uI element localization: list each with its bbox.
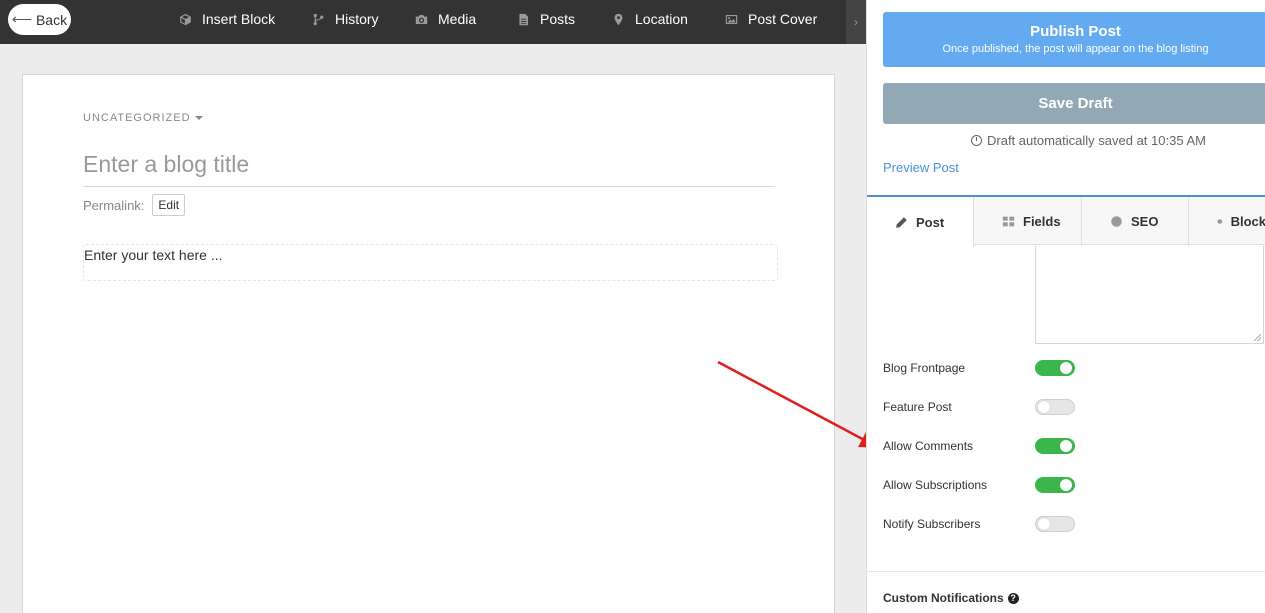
history-label: History xyxy=(335,11,379,27)
caret-down-icon xyxy=(194,116,203,120)
toggle-knob xyxy=(1060,479,1072,491)
category-dropdown[interactable]: UNCATEGORIZED xyxy=(83,112,203,124)
posts-button[interactable]: Posts xyxy=(516,0,575,38)
toolbar-scroll-right-button[interactable]: › xyxy=(846,0,866,44)
back-button-label: Back xyxy=(35,11,68,28)
allow-comments-toggle[interactable] xyxy=(1035,438,1075,454)
location-button[interactable]: Location xyxy=(611,0,688,38)
camera-icon xyxy=(414,12,428,26)
preview-post-link[interactable]: Preview Post xyxy=(883,160,959,175)
insert-block-label: Insert Block xyxy=(202,11,276,27)
post-cover-button[interactable]: Post Cover xyxy=(724,0,817,38)
setting-label: Allow Subscriptions xyxy=(883,478,988,492)
notify-subscribers-toggle[interactable] xyxy=(1035,516,1075,532)
setting-blog-frontpage: Blog Frontpage xyxy=(883,357,1263,379)
blog-frontpage-toggle[interactable] xyxy=(1035,360,1075,376)
setting-label: Allow Comments xyxy=(883,439,974,453)
post-cover-label: Post Cover xyxy=(748,11,818,27)
permalink-row: Permalink: Edit xyxy=(83,194,186,216)
tab-seo-label: SEO xyxy=(1131,214,1159,229)
setting-allow-comments: Allow Comments xyxy=(883,435,1263,457)
publish-post-button[interactable]: Publish Post Once published, the post wi… xyxy=(883,12,1265,67)
editor-canvas: UNCATEGORIZED Permalink: Edit Enter your… xyxy=(0,44,866,613)
setting-label: Blog Frontpage xyxy=(883,361,966,375)
save-draft-label: Save Draft xyxy=(1038,95,1113,112)
save-draft-button[interactable]: Save Draft xyxy=(883,83,1265,124)
setting-notify-subscribers: Notify Subscribers xyxy=(883,513,1263,535)
toggle-knob xyxy=(1060,362,1072,374)
resize-grip-icon[interactable] xyxy=(1254,334,1261,341)
tab-block[interactable]: Block xyxy=(1189,197,1265,246)
section-divider xyxy=(867,571,1265,572)
autosave-status-text: Draft automatically saved at 10:35 AM xyxy=(987,133,1206,148)
sidebar-tabs: Post Fields SEO Block xyxy=(867,195,1265,247)
arrow-left-icon: ⟵ xyxy=(11,11,32,27)
help-icon[interactable]: ? xyxy=(1007,592,1019,604)
permalink-label: Permalink: xyxy=(83,197,145,213)
media-label: Media xyxy=(438,11,477,27)
post-paper: UNCATEGORIZED Permalink: Edit Enter your… xyxy=(22,74,835,613)
publish-post-label: Publish Post xyxy=(1030,23,1121,40)
blog-title-input[interactable] xyxy=(83,143,775,187)
media-button[interactable]: Media xyxy=(414,0,476,38)
setting-allow-subscriptions: Allow Subscriptions xyxy=(883,474,1263,496)
setting-label: Notify Subscribers xyxy=(883,517,981,531)
history-button[interactable]: History xyxy=(311,0,379,38)
location-label: Location xyxy=(635,11,688,27)
image-icon xyxy=(724,12,738,26)
setting-label: Feature Post xyxy=(883,400,952,414)
tab-block-label: Block xyxy=(1230,214,1265,229)
globe-icon xyxy=(1111,216,1122,227)
publish-sidebar: Publish Post Once published, the post wi… xyxy=(866,0,1265,613)
category-label: UNCATEGORIZED xyxy=(83,112,191,124)
custom-notifications-heading: Custom Notifications ? xyxy=(883,591,1019,605)
tab-seo[interactable]: SEO xyxy=(1082,197,1189,246)
chevron-right-icon: › xyxy=(854,15,858,29)
grid-icon xyxy=(1002,216,1015,227)
content-placeholder: Enter your text here ... xyxy=(84,247,223,263)
cube-icon xyxy=(178,12,192,26)
tab-post-label: Post xyxy=(916,214,945,230)
post-content-editor[interactable]: Enter your text here ... xyxy=(83,244,778,281)
setting-feature-post: Feature Post xyxy=(883,396,1263,418)
branch-icon xyxy=(311,12,325,26)
tab-post[interactable]: Post xyxy=(867,197,974,247)
post-excerpt-textarea[interactable] xyxy=(1035,246,1264,344)
cube-icon xyxy=(1217,219,1223,224)
permalink-edit-button[interactable]: Edit xyxy=(152,194,186,216)
insert-block-button[interactable]: Insert Block xyxy=(178,0,275,38)
pencil-icon xyxy=(896,216,907,228)
map-pin-icon xyxy=(611,12,625,26)
publish-post-subtitle: Once published, the post will appear on … xyxy=(942,43,1209,55)
custom-notifications-label: Custom Notifications xyxy=(883,591,1004,605)
document-icon xyxy=(516,12,530,26)
back-button[interactable]: ⟵ Back xyxy=(8,4,71,35)
toggle-knob xyxy=(1038,518,1050,530)
tab-fields[interactable]: Fields xyxy=(974,197,1082,246)
editor-toolbar: ⟵ Back Insert Block History Media Posts … xyxy=(0,0,866,44)
toggle-knob xyxy=(1038,401,1050,413)
posts-label: Posts xyxy=(540,11,576,27)
tab-fields-label: Fields xyxy=(1023,214,1061,229)
feature-post-toggle[interactable] xyxy=(1035,399,1075,415)
toggle-knob xyxy=(1060,440,1072,452)
autosave-status: Draft automatically saved at 10:35 AM xyxy=(971,133,1206,148)
allow-subscriptions-toggle[interactable] xyxy=(1035,477,1075,493)
clock-icon xyxy=(971,135,982,146)
